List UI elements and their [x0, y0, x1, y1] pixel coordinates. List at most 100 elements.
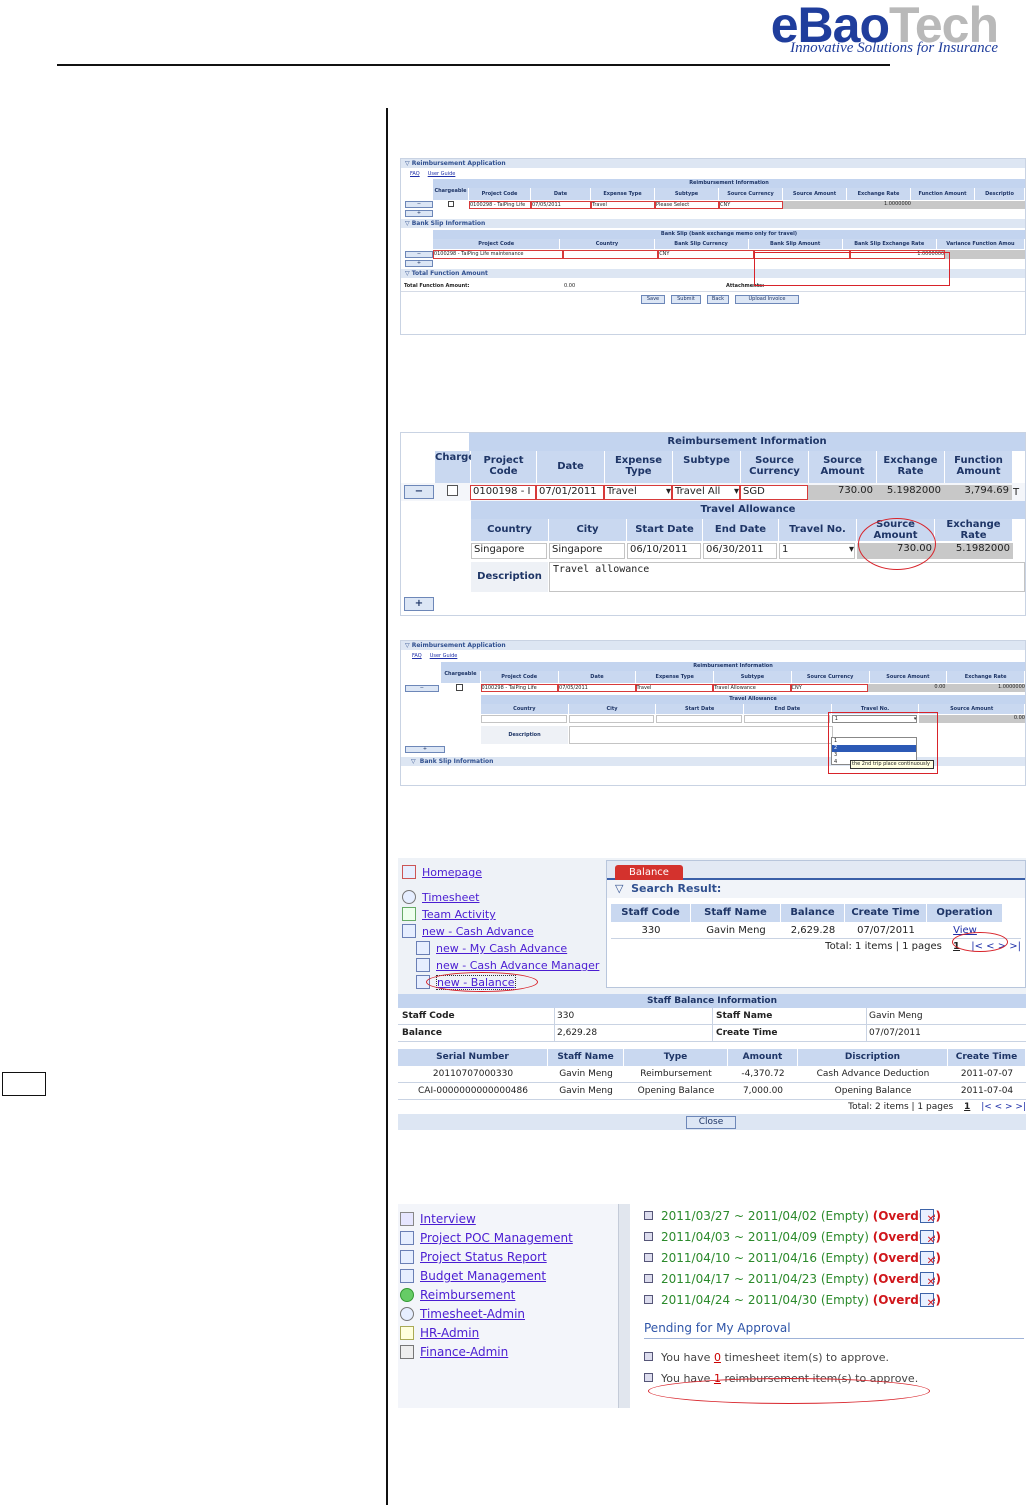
timesheet-week-row[interactable]: 2011/04/10 ~ 2011/04/16 (Empty) (Overdue… [644, 1248, 1024, 1269]
bank-remove-row-button[interactable]: − [405, 250, 433, 258]
remove-row-button[interactable]: − [405, 201, 433, 208]
expense-type-select[interactable]: Travel [591, 200, 655, 209]
user-guide-link[interactable]: User Guide [430, 653, 458, 659]
faq-link[interactable]: FAQ [410, 171, 420, 177]
col-staff-code: Staff Code [611, 904, 691, 922]
subtype-select[interactable]: Travel Allowance [713, 684, 791, 692]
ta-country-field[interactable]: Singapore [471, 543, 547, 559]
calendar-delete-icon[interactable]: ✕ [920, 1293, 935, 1309]
ta-start-date-field[interactable]: 06/10/2011 [627, 543, 701, 559]
project-code-field[interactable]: 0100298 - TaiPing Life [480, 684, 559, 692]
nav-project-status-report[interactable]: Project Status Report [420, 1250, 547, 1264]
bank-project-field[interactable]: 0100298 - TaiPing Life maintenance [432, 249, 563, 259]
upload-invoice-button[interactable]: Upload Invoice [735, 295, 799, 304]
faq-link[interactable]: FAQ [412, 653, 422, 659]
ta-exchange-rate-value: 5.1982000 [935, 543, 1013, 559]
add-row-button[interactable]: + [405, 210, 433, 217]
date-field[interactable]: 07/05/2011 [558, 684, 636, 692]
back-button[interactable]: Back [707, 295, 729, 304]
col-chargeable: Chargeable [433, 188, 469, 200]
pager-nav[interactable]: |< < > >| [981, 1102, 1026, 1112]
project-code-field[interactable]: 0100198 - I [470, 484, 536, 500]
pager-page[interactable]: 1 [964, 1102, 970, 1112]
ta-city-field[interactable]: Singapore [549, 543, 625, 559]
nav-timesheet-admin[interactable]: Timesheet-Admin [420, 1307, 525, 1321]
nav-hr-admin[interactable]: HR-Admin [420, 1326, 479, 1340]
user-guide-link[interactable]: User Guide [428, 171, 456, 177]
calendar-delete-icon[interactable]: ✕ [920, 1230, 935, 1246]
search-result-title: Search Result: [631, 882, 722, 895]
nav-finance-admin[interactable]: Finance-Admin [420, 1345, 508, 1359]
bank-add-row-button[interactable]: + [405, 260, 433, 267]
add-row-button[interactable]: + [404, 597, 434, 611]
add-row-button[interactable]: + [405, 746, 445, 753]
ta-col-start-date: Start Date [627, 519, 703, 541]
nav-project-poc[interactable]: Project POC Management [420, 1231, 573, 1245]
expense-type-select[interactable]: Travel [635, 684, 714, 692]
section-reimbursement-application[interactable]: ▽ Reimbursement Application [401, 159, 1025, 168]
ta-city-field[interactable] [568, 715, 655, 723]
travel-no-highlight [828, 712, 938, 774]
bullet-icon [644, 1211, 653, 1220]
bank-country-field[interactable] [562, 249, 659, 259]
reimbursement-information-band: Reimbursement Information [433, 179, 1025, 188]
calendar-delete-icon[interactable]: ✕ [920, 1209, 935, 1225]
col-create-time: Create Time [845, 904, 927, 922]
description-textarea[interactable] [569, 726, 833, 744]
staff-name-cell: Gavin Meng [559, 1086, 613, 1096]
ta-col-exchange-rate: Exchange Rate [935, 519, 1013, 541]
calendar-icon [400, 1268, 414, 1283]
bank-col-country: Country [560, 239, 655, 249]
tab-balance[interactable]: Balance [615, 865, 683, 880]
timesheet-week-row[interactable]: 2011/04/17 ~ 2011/04/23 (Empty) (Overdue… [644, 1269, 1024, 1290]
source-amount-readonly [783, 200, 847, 209]
ta-end-date-field[interactable]: 06/30/2011 [703, 543, 777, 559]
timesheet-week-row[interactable]: 2011/04/24 ~ 2011/04/30 (Empty) (Overdue… [644, 1290, 1024, 1311]
splitter-handle[interactable] [618, 1204, 630, 1408]
section-reimbursement-application[interactable]: ▽ Reimbursement Application [401, 641, 1025, 650]
description-textarea[interactable]: Travel allowance [549, 562, 1025, 592]
calendar-delete-icon[interactable]: ✕ [920, 1251, 935, 1267]
ta-country-field[interactable] [481, 715, 567, 723]
home-icon [402, 864, 416, 879]
expense-type-value: Travel [607, 485, 637, 497]
subtype-value: Travel All [675, 485, 721, 497]
discription-cell: Opening Balance [834, 1086, 912, 1096]
section-title: Bank Slip Information [419, 758, 494, 765]
subtype-select[interactable]: Travel All ▾ [672, 484, 740, 500]
timesheet-week-row[interactable]: 2011/04/03 ~ 2011/04/09 (Empty) (Overdue… [644, 1227, 1024, 1248]
timesheet-week-row[interactable]: 2011/03/27 ~ 2011/04/02 (Empty) (Overdue… [644, 1206, 1024, 1227]
section-bank-slip[interactable]: ▽ Bank Slip Information [401, 219, 1025, 228]
calendar-icon [402, 923, 416, 938]
nav-interview[interactable]: Interview [420, 1212, 476, 1226]
project-code-field[interactable]: 0100298 - TaiPing Life [469, 200, 531, 209]
chargeable-checkbox[interactable] [448, 200, 454, 207]
chargeable-checkbox[interactable] [446, 485, 458, 496]
col-subtype: Subtype [673, 451, 741, 483]
submit-button[interactable]: Submit [671, 295, 701, 304]
chargeable-checkbox[interactable] [456, 683, 464, 691]
nav-reimbursement[interactable]: Reimbursement [420, 1288, 515, 1302]
remove-row-button[interactable]: − [404, 485, 434, 499]
remove-row-button[interactable]: − [405, 684, 439, 692]
create-time-cell: 07/07/2011 [857, 925, 915, 936]
timesheet-count-link[interactable]: 0 [714, 1351, 721, 1364]
source-currency-field[interactable]: SGD [740, 484, 808, 500]
date-field[interactable]: 07/05/2011 [531, 200, 591, 209]
ta-travel-no-select[interactable]: 1 ▾ [779, 543, 855, 559]
subtype-select[interactable]: Please Select [655, 200, 719, 209]
bank-currency-field[interactable]: CNY [658, 249, 754, 259]
ta-end-date-field[interactable] [744, 715, 830, 723]
nav-homepage[interactable]: Homepage [422, 866, 482, 879]
source-currency-field[interactable]: CNY [719, 200, 783, 209]
ta-start-date-field[interactable] [656, 715, 743, 723]
save-button[interactable]: Save [641, 295, 665, 304]
col-balance: Balance [781, 904, 845, 922]
source-currency-field[interactable]: CNY [790, 684, 869, 692]
close-button[interactable]: Close [686, 1116, 736, 1129]
type-cell: Reimbursement [640, 1069, 712, 1079]
expense-type-select[interactable]: Travel ▾ [604, 484, 672, 500]
calendar-delete-icon[interactable]: ✕ [920, 1272, 935, 1288]
date-field[interactable]: 07/01/2011 [536, 484, 604, 500]
nav-budget-management[interactable]: Budget Management [420, 1269, 546, 1283]
